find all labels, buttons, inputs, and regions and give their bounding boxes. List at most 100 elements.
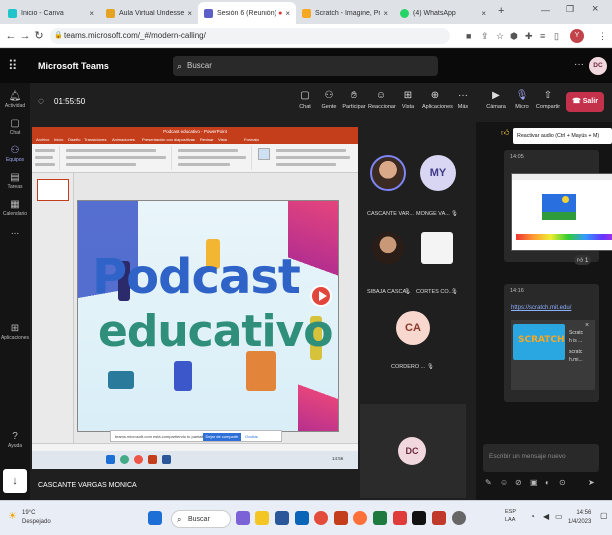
people-button[interactable]: ⚇ Gente: [316, 90, 342, 110]
stop-sharing-button[interactable]: Dejar de compartir: [203, 433, 241, 441]
search-input[interactable]: ⌕ Buscar: [173, 56, 438, 76]
close-icon[interactable]: ×: [383, 9, 388, 18]
close-icon[interactable]: ×: [89, 9, 94, 18]
system-tray[interactable]: ESP LAA: [505, 508, 516, 524]
hide-notification-button[interactable]: Ocultar: [245, 431, 258, 443]
format-icon[interactable]: ✎: [485, 478, 492, 487]
send-icon[interactable]: ➤: [588, 478, 595, 487]
react-button[interactable]: ☺ Reaccionar: [368, 90, 396, 110]
app-icon[interactable]: [432, 511, 446, 525]
wifi-icon[interactable]: ◔: [530, 512, 535, 521]
tab-canva[interactable]: Inicio - Canva ×: [2, 2, 100, 24]
attach-icon[interactable]: ⊘: [515, 478, 522, 487]
rail-item-apps[interactable]: ⊞ Aplicaciones: [0, 323, 30, 341]
system-clock[interactable]: 14:56 1/4/2023: [568, 509, 591, 527]
rail-item-tasks[interactable]: ▤ Tareas: [0, 172, 30, 190]
start-icon[interactable]: [148, 511, 162, 525]
settings-icon[interactable]: [452, 511, 466, 525]
close-preview-icon[interactable]: ×: [585, 322, 589, 329]
tab-teams-meeting[interactable]: Sesión 6 (Reunión) | Mic ● ×: [198, 2, 296, 24]
link-preview-card[interactable]: SCRATCH × Scratc h is ... scratc h.mi...: [511, 320, 595, 390]
rail-item-teams[interactable]: ⚇ Equipos: [0, 145, 30, 163]
sticker-icon[interactable]: ◐: [545, 478, 550, 487]
chat-image-attachment[interactable]: [511, 173, 612, 251]
message-link[interactable]: https://scratch.mit.edu/: [511, 305, 571, 311]
mic-button[interactable]: 🎙︎ Micro: [509, 90, 535, 110]
tab-scratch[interactable]: Scratch - Imagine, Program ×: [296, 2, 394, 24]
download-icon[interactable]: ↓: [3, 469, 27, 493]
tab-aula-virtual[interactable]: Aula Virtual Undessentieda ×: [100, 2, 198, 24]
forward-icon[interactable]: →: [18, 29, 32, 43]
new-tab-icon[interactable]: +: [498, 5, 504, 17]
emoji-icon[interactable]: ☺: [500, 478, 508, 487]
word-icon[interactable]: [275, 511, 289, 525]
unmute-tooltip: Reactivar audio (Ctrl + Mayús + M): [513, 128, 612, 144]
volume-icon[interactable]: ◀: [543, 512, 549, 521]
firefox-icon[interactable]: [353, 511, 367, 525]
slide-canvas[interactable]: Podcast educativo: [77, 200, 339, 432]
tiktok-icon[interactable]: [412, 511, 426, 525]
teams-taskbar-icon[interactable]: [236, 511, 250, 525]
chrome-menu-icon[interactable]: ⋮: [598, 31, 607, 42]
url-field[interactable]: 🔒 teams.microsoft.com/_#/modern-calling/: [50, 28, 450, 44]
rail-item-more[interactable]: ...: [0, 226, 30, 238]
apps-button[interactable]: ⊕ Aplicaciones: [422, 90, 453, 110]
reload-icon[interactable]: ↻: [32, 29, 46, 43]
participant-avatar[interactable]: CA: [396, 311, 430, 345]
app-launcher-icon[interactable]: ⠿: [8, 58, 18, 74]
camera-button[interactable]: ▶︎ Cámara: [483, 90, 509, 110]
camera-indicator-icon[interactable]: ■: [466, 31, 471, 41]
rail-item-help[interactable]: ? Ayuda: [0, 431, 30, 449]
chat-button[interactable]: ▢ Chat: [292, 90, 318, 110]
rail-item-chat[interactable]: ▢ Chat: [0, 118, 30, 136]
notification-icon[interactable]: ▢: [600, 511, 608, 520]
profile-avatar[interactable]: Y: [570, 29, 584, 43]
store-icon[interactable]: [295, 511, 309, 525]
powerpoint-icon[interactable]: [334, 511, 348, 525]
reading-list-icon[interactable]: ≡: [540, 31, 545, 41]
apps-icon: ⊞: [10, 323, 20, 334]
excel-icon[interactable]: [373, 511, 387, 525]
file-explorer-icon[interactable]: [255, 511, 269, 525]
clock-date: 1/4/2023: [568, 519, 592, 525]
back-icon[interactable]: ←: [4, 29, 18, 43]
participant-avatar[interactable]: [421, 232, 453, 264]
window-close-icon[interactable]: ×: [592, 3, 598, 15]
chrome-icon[interactable]: [314, 511, 328, 525]
reaction-badge[interactable]: 👍︎ 1: [574, 255, 592, 265]
tab-whatsapp[interactable]: (4) WhatsApp ×: [394, 2, 492, 24]
taskbar-search[interactable]: ⌕ Buscar: [171, 510, 231, 528]
ppt-title: Podcast educativo - PowerPoint: [32, 127, 358, 136]
slide-thumbnail-pane[interactable]: [32, 173, 74, 443]
participant-avatar[interactable]: [370, 155, 406, 191]
close-icon[interactable]: ×: [481, 9, 486, 18]
participant-avatar[interactable]: MY: [420, 155, 456, 191]
close-icon[interactable]: ×: [285, 9, 290, 18]
share-page-icon[interactable]: ⇪: [481, 31, 489, 42]
gif-icon[interactable]: ▣: [530, 478, 538, 487]
meeting-toolbar: ◌ 01:55:50 ▢ Chat ⚇ Gente ✋︎ Participar …: [30, 83, 612, 123]
more-button[interactable]: ··· Más: [450, 90, 476, 110]
maximize-icon[interactable]: ❐: [566, 4, 574, 15]
rail-item-calendar[interactable]: ▦ Calendario: [0, 199, 30, 217]
message-input[interactable]: Escribir un mensaje nuevo: [483, 444, 599, 472]
adblock-icon[interactable]: ⬢: [510, 31, 518, 42]
share-button[interactable]: ⇧ Compartir: [535, 90, 561, 110]
bookmark-star-icon[interactable]: ☆: [496, 31, 504, 42]
participant-avatar[interactable]: [372, 232, 404, 264]
weather-widget[interactable]: ☀ 19°C Despejado: [8, 509, 51, 527]
pdf-icon[interactable]: [393, 511, 407, 525]
leave-button[interactable]: ☎ Salir: [566, 92, 604, 112]
battery-icon[interactable]: ▭: [555, 512, 563, 521]
close-icon[interactable]: ×: [187, 9, 192, 18]
view-button[interactable]: ⊞ Vista: [395, 90, 421, 110]
raise-hand-button[interactable]: ✋︎ Participar: [341, 90, 367, 110]
rail-item-activity[interactable]: 🔔︎ Actividad: [0, 91, 30, 109]
extensions-icon[interactable]: ✚: [525, 31, 533, 42]
more-options-icon[interactable]: ···: [574, 59, 584, 70]
sidepanel-icon[interactable]: ▯: [554, 31, 559, 42]
minimize-icon[interactable]: —: [541, 5, 550, 15]
presenter-name: CASCANTE VARGAS MONICA: [38, 482, 137, 489]
user-avatar[interactable]: DC: [589, 57, 607, 75]
more-options-icon[interactable]: ⊙: [559, 478, 566, 487]
